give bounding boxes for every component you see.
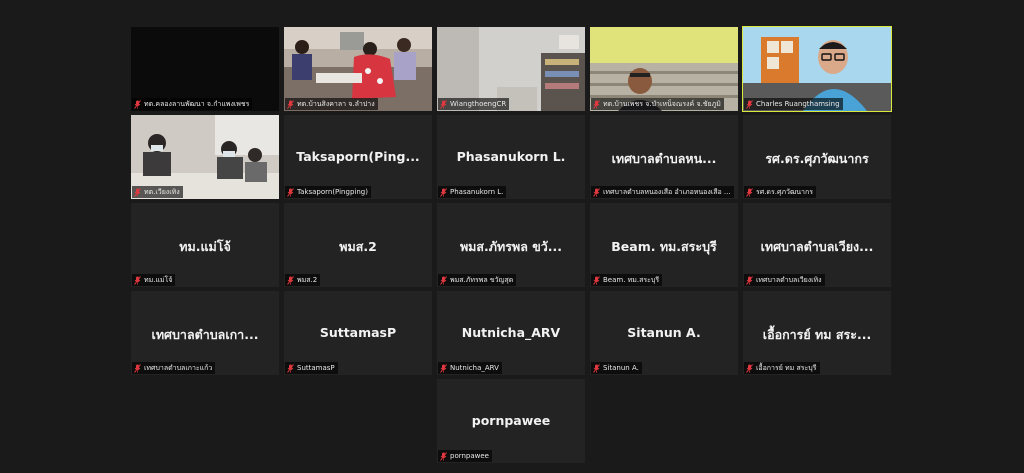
- participant-display-name: พมส.ภัทรพล ขวั...: [459, 239, 563, 254]
- muted-mic-icon: [593, 363, 600, 373]
- participant-tile[interactable]: เทศบาลตำบลเวียง... เทศบาลตำบลเวียงเทิง: [743, 203, 891, 287]
- participant-name: Taksaporn(Pingping): [297, 188, 368, 196]
- participant-display-name: พมส.2: [339, 239, 377, 254]
- participant-display-name: Beam. ทม.สระบุรี: [611, 239, 717, 254]
- participant-tile[interactable]: เทศบาลตำบลหน... เทศบาลตำบลหนองเสือ อำเภอห…: [590, 115, 738, 199]
- muted-mic-icon: [440, 451, 447, 461]
- participant-name: ทต.บ้านเพชร จ.บำเหน็จณรงค์ จ.ชัยภูมิ: [603, 100, 721, 108]
- participant-name: เอื้อการย์ ทม สระบุรี: [756, 364, 817, 372]
- participant-display-name: Sitanun A.: [627, 325, 701, 340]
- muted-mic-icon: [134, 99, 141, 109]
- muted-mic-icon: [134, 275, 141, 285]
- muted-mic-icon: [287, 275, 294, 285]
- participant-tile[interactable]: พมส.ภัทรพล ขวั... พมส.ภัทรพล ขวัญสุด: [437, 203, 585, 287]
- muted-mic-icon: [440, 275, 447, 285]
- participant-name-label: Taksaporn(Pingping): [285, 186, 371, 198]
- participant-name: WiangthoengCR: [450, 100, 507, 108]
- participant-tile[interactable]: พมส.2 พมส.2: [284, 203, 432, 287]
- participant-name-label: รศ.ดร.ศุภวัฒนากร: [744, 186, 816, 198]
- participant-name-label: ทต.บ้านเพชร จ.บำเหน็จณรงค์ จ.ชัยภูมิ: [591, 98, 724, 110]
- participant-name: ทต.บ้านสิงคาลา จ.ลำปาง: [297, 100, 375, 108]
- participant-name: pornpawee: [450, 452, 489, 460]
- muted-mic-icon: [440, 187, 447, 197]
- participant-display-name: เอื้อการย์ ทม สระ...: [762, 327, 872, 342]
- participant-tile[interactable]: รศ.ดร.ศุภวัฒนากร รศ.ดร.ศุภวัฒนากร: [743, 115, 891, 199]
- muted-mic-icon: [746, 363, 753, 373]
- participant-name-label: ทต.คลองลานพัฒนา จ.กำแพงเพชร: [132, 98, 253, 110]
- participant-name: Sitanun A.: [603, 364, 639, 372]
- participant-display-name: ทม.แม่โจ้: [179, 239, 231, 254]
- muted-mic-icon: [134, 363, 141, 373]
- muted-mic-icon: [440, 363, 447, 373]
- participant-display-name: Phasanukorn L.: [456, 149, 566, 164]
- muted-mic-icon: [287, 363, 294, 373]
- participant-name-label: เทศบาลตำบลเวียงเทิง: [744, 274, 825, 286]
- participant-tile[interactable]: เอื้อการย์ ทม สระ... เอื้อการย์ ทม สระบุร…: [743, 291, 891, 375]
- participant-name-label: พมส.ภัทรพล ขวัญสุด: [438, 274, 517, 286]
- participant-name-label: เอื้อการย์ ทม สระบุรี: [744, 362, 820, 374]
- participant-tile[interactable]: ทต.บ้านเพชร จ.บำเหน็จณรงค์ จ.ชัยภูมิ: [590, 27, 738, 111]
- participant-display-name: SuttamasP: [319, 325, 397, 340]
- participant-display-name: เทศบาลตำบลเวียง...: [760, 239, 874, 254]
- participant-name: พมส.ภัทรพล ขวัญสุด: [450, 276, 514, 284]
- participant-tile[interactable]: Phasanukorn L. Phasanukorn L.: [437, 115, 585, 199]
- participant-name-label: Charles Ruangthamsing: [744, 98, 843, 110]
- participant-tile[interactable]: pornpawee pornpawee: [437, 379, 585, 463]
- participant-name: ทม.แม่โจ้: [144, 276, 173, 284]
- participant-name: Phasanukorn L.: [450, 188, 504, 196]
- participant-tile[interactable]: เทศบาลตำบลเกา... เทศบาลตำบลเกาะแก้ว: [131, 291, 279, 375]
- muted-mic-icon: [134, 187, 141, 197]
- participant-tile[interactable]: ทม.แม่โจ้ ทม.แม่โจ้: [131, 203, 279, 287]
- participant-name-label: ทต.เวียงเทิง: [132, 186, 183, 198]
- participant-tile[interactable]: Taksaporn(Ping... Taksaporn(Pingping): [284, 115, 432, 199]
- muted-mic-icon: [593, 187, 600, 197]
- participant-name: พมส.2: [297, 276, 318, 284]
- participant-display-name: Taksaporn(Ping...: [296, 149, 420, 164]
- participant-tile[interactable]: WiangthoengCR: [437, 27, 585, 111]
- participant-name: Charles Ruangthamsing: [756, 100, 840, 108]
- participant-name: รศ.ดร.ศุภวัฒนากร: [756, 188, 813, 196]
- participant-tile[interactable]: SuttamasP SuttamasP: [284, 291, 432, 375]
- participant-tile[interactable]: Charles Ruangthamsing: [742, 26, 892, 112]
- participant-tile[interactable]: Nutnicha_ARV Nutnicha_ARV: [437, 291, 585, 375]
- participant-name: ทต.คลองลานพัฒนา จ.กำแพงเพชร: [144, 100, 250, 108]
- participant-name-label: Sitanun A.: [591, 362, 642, 374]
- participant-name: เทศบาลตำบลหนองเสือ อำเภอหนองเสือ ...: [603, 188, 731, 196]
- participant-tile[interactable]: Sitanun A. Sitanun A.: [590, 291, 738, 375]
- participant-display-name: เทศบาลตำบลเกา...: [151, 327, 259, 342]
- participant-name: Beam. ทม.สระบุรี: [603, 276, 660, 284]
- participant-name: เทศบาลตำบลเกาะแก้ว: [144, 364, 213, 372]
- participant-name-label: พมส.2: [285, 274, 321, 286]
- muted-mic-icon: [287, 99, 294, 109]
- muted-mic-icon: [440, 99, 447, 109]
- participant-name: เทศบาลตำบลเวียงเทิง: [756, 276, 822, 284]
- participant-name-label: WiangthoengCR: [438, 98, 510, 110]
- participant-tile[interactable]: ทต.คลองลานพัฒนา จ.กำแพงเพชร: [131, 27, 279, 111]
- muted-mic-icon: [287, 187, 294, 197]
- participant-name-label: Nutnicha_ARV: [438, 362, 502, 374]
- participant-name-label: Phasanukorn L.: [438, 186, 507, 198]
- participant-tile[interactable]: ทต.บ้านสิงคาลา จ.ลำปาง: [284, 27, 432, 111]
- participant-display-name: รศ.ดร.ศุภวัฒนากร: [765, 151, 869, 166]
- participant-name-label: Beam. ทม.สระบุรี: [591, 274, 663, 286]
- participant-display-name: Nutnicha_ARV: [461, 325, 561, 340]
- participant-name-label: ทม.แม่โจ้: [132, 274, 176, 286]
- muted-mic-icon: [593, 275, 600, 285]
- participant-name-label: เทศบาลตำบลเกาะแก้ว: [132, 362, 216, 374]
- muted-mic-icon: [746, 275, 753, 285]
- participant-name-label: SuttamasP: [285, 362, 338, 374]
- muted-mic-icon: [746, 187, 753, 197]
- participant-display-name: pornpawee: [471, 413, 551, 428]
- muted-mic-icon: [593, 99, 600, 109]
- participant-name-label: pornpawee: [438, 450, 492, 462]
- participant-tile[interactable]: Beam. ทม.สระบุรี Beam. ทม.สระบุรี: [590, 203, 738, 287]
- participant-name-label: ทต.บ้านสิงคาลา จ.ลำปาง: [285, 98, 378, 110]
- participant-name: SuttamasP: [297, 364, 335, 372]
- participant-display-name: เทศบาลตำบลหน...: [611, 151, 717, 166]
- muted-mic-icon: [746, 99, 753, 109]
- participant-tile[interactable]: ทต.เวียงเทิง: [131, 115, 279, 199]
- participant-name: ทต.เวียงเทิง: [144, 188, 180, 196]
- participant-name-label: เทศบาลตำบลหนองเสือ อำเภอหนองเสือ ...: [591, 186, 734, 198]
- participant-name: Nutnicha_ARV: [450, 364, 499, 372]
